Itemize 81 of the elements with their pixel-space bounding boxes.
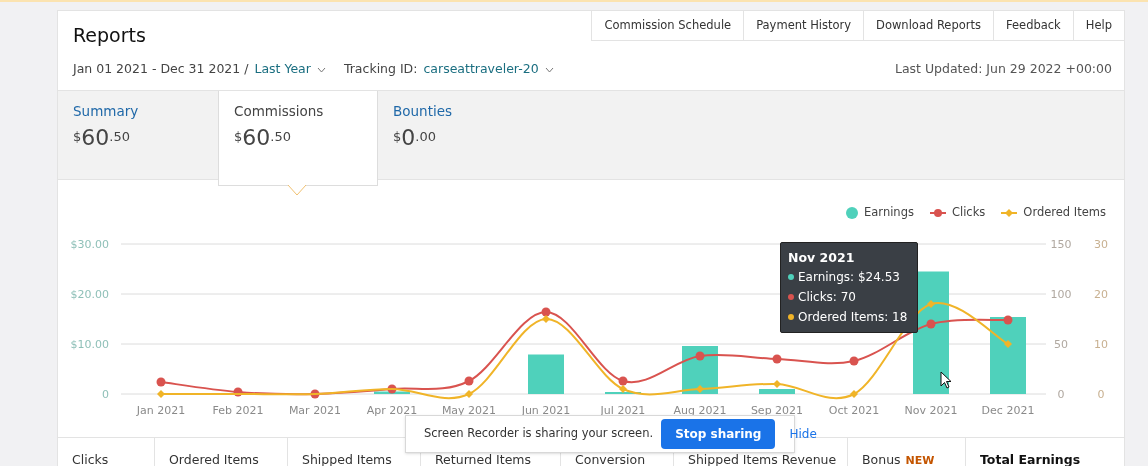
axis-label: 0 [1097, 387, 1105, 401]
hide-link[interactable]: Hide [783, 425, 823, 443]
tooltip-line: Earnings: $24.53 [798, 268, 900, 286]
series-dot-icon [788, 273, 794, 280]
tooltip-title: Nov 2021 [788, 248, 856, 267]
axis-label: 20 [1094, 287, 1108, 301]
mouse-pointer-icon [940, 370, 952, 389]
legend-dot-icon [846, 206, 859, 219]
diamond-marker [157, 389, 165, 398]
period-dropdown[interactable]: Last Year [254, 60, 326, 79]
diamond-marker [696, 384, 704, 393]
diamond-marker [619, 384, 627, 393]
diamond-marker [850, 389, 858, 398]
share-message: Screen Recorder is sharing your screen. [424, 425, 654, 443]
axis-label: 30 [1094, 237, 1108, 251]
circle-marker [695, 351, 705, 360]
legend-label: Ordered Items [1023, 203, 1106, 221]
legend-line-diamond-icon [1001, 207, 1018, 218]
circle-marker [926, 319, 936, 328]
page-title: Reports [72, 23, 146, 48]
earnings-bar [605, 391, 641, 394]
new-label: NEW [905, 453, 935, 466]
axis-label: Jan 2021 [136, 403, 186, 417]
nav-link[interactable]: Commission Schedule [591, 11, 744, 40]
axis-label: Apr 2021 [366, 403, 418, 417]
axis-label: 100 [1050, 287, 1072, 301]
axis-label: Sep 2021 [750, 403, 804, 417]
column-header: Total Earnings [965, 437, 1124, 466]
circle-marker [772, 354, 782, 363]
circle-marker [464, 376, 474, 385]
earnings-bar [759, 388, 795, 394]
axis-label: 50 [1054, 337, 1068, 351]
column-header: Bonus NEW [847, 437, 965, 466]
stop-sharing-button[interactable]: Stop sharing [661, 419, 776, 449]
axis-label: $30.00 [70, 237, 109, 251]
nav-link[interactable]: Payment History [743, 11, 864, 40]
tracking-id-dropdown[interactable]: carseattraveler-20 [423, 60, 554, 79]
diamond-marker [542, 314, 550, 323]
axis-label: Nov 2021 [904, 403, 958, 417]
diamond-marker [465, 389, 473, 398]
date-range: Jan 01 2021 - Dec 31 2021 / [73, 60, 249, 79]
circle-marker [387, 384, 397, 393]
legend-label: Clicks [951, 203, 986, 221]
circle-marker [541, 307, 551, 316]
chevron-down-icon [544, 66, 554, 73]
axis-label: 10 [1094, 337, 1108, 351]
diamond-marker [773, 379, 781, 388]
axis-label: $10.00 [70, 337, 109, 351]
circle-marker [310, 389, 320, 398]
tracking-label: Tracking ID: [343, 60, 418, 79]
chevron-down-icon [316, 66, 326, 73]
tooltip-line: Clicks: 70 [798, 288, 856, 306]
diamond-marker [927, 299, 935, 308]
tooltip-line: Ordered Items: 18 [798, 308, 908, 326]
diamond-marker [1004, 339, 1012, 348]
legend-label: Earnings [864, 203, 914, 221]
axis-label: 0 [102, 387, 109, 401]
axis-label: Dec 2021 [981, 403, 1035, 417]
circle-marker [156, 377, 166, 386]
axis-label: 150 [1050, 237, 1072, 251]
last-updated: Last Updated: Jun 29 2022 +00:00 [894, 60, 1112, 79]
axis-label: 0 [1057, 387, 1065, 401]
axis-label: Feb 2021 [212, 403, 264, 417]
nav-link[interactable]: Download Reports [863, 11, 993, 40]
circle-marker [618, 376, 628, 385]
series-dot-icon [788, 313, 794, 320]
series-dot-icon [788, 293, 794, 300]
earnings-bar [528, 354, 564, 394]
column-header: Clicks [71, 450, 110, 466]
circle-marker [1003, 315, 1013, 324]
circle-marker [849, 356, 859, 365]
nav-link[interactable]: Feedback [993, 11, 1073, 40]
pointer-caret-icon [287, 184, 307, 196]
nav-link[interactable]: Help [1072, 11, 1124, 40]
legend-line-dot-icon [929, 207, 946, 218]
axis-label: $20.00 [70, 287, 109, 301]
circle-marker [233, 387, 243, 396]
axis-label: May 2021 [441, 403, 497, 417]
axis-label: Oct 2021 [828, 403, 880, 417]
axis-label: Mar 2021 [288, 403, 342, 417]
column-header: Ordered Items [154, 437, 287, 466]
